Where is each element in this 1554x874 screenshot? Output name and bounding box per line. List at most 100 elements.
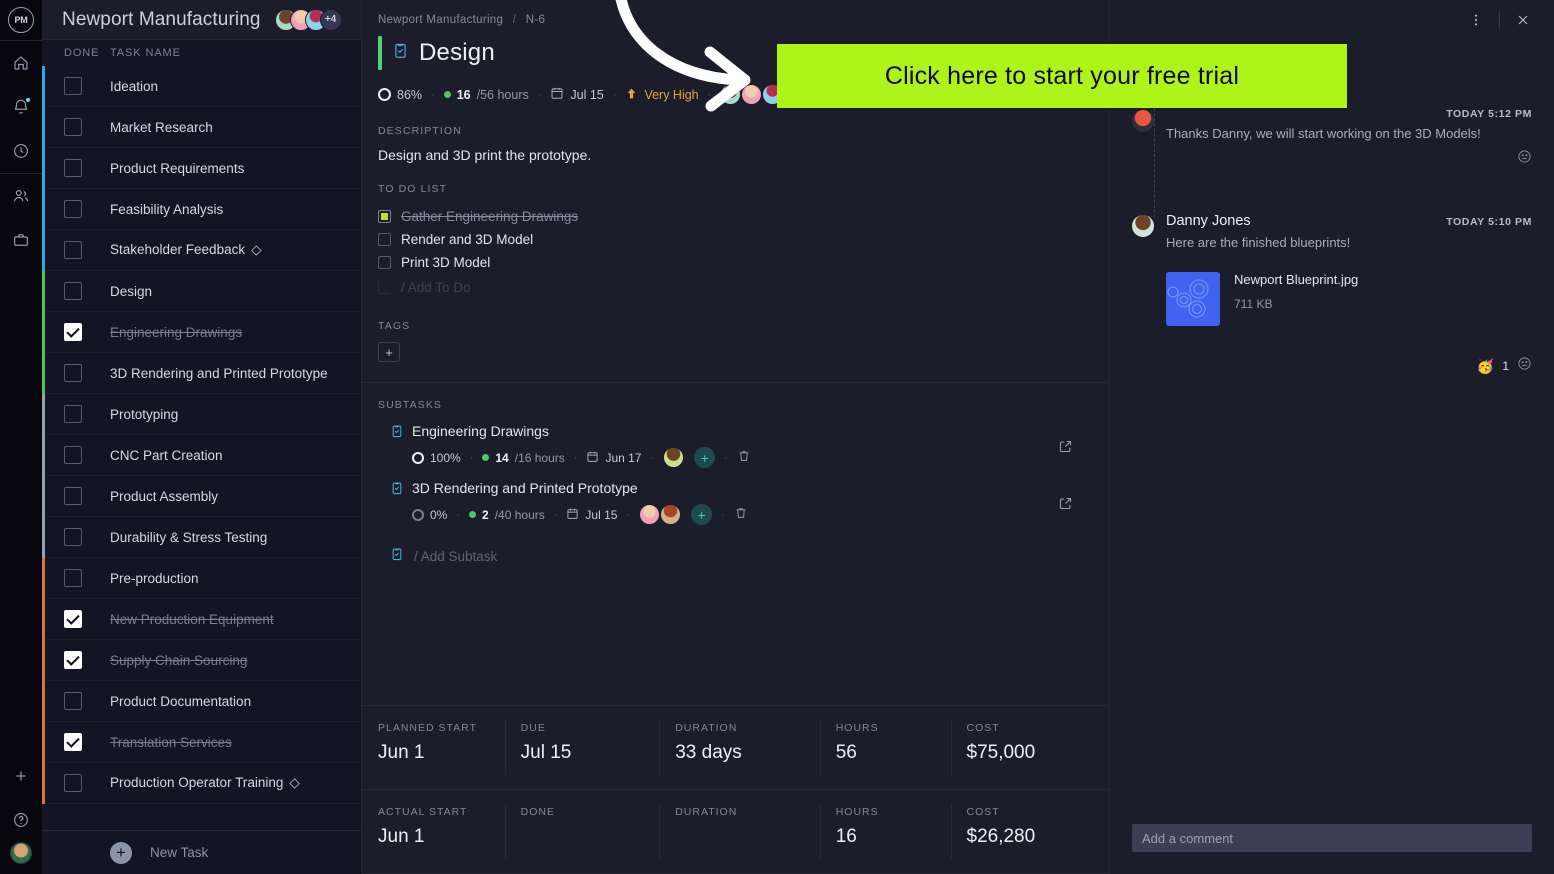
- add-reaction-icon[interactable]: [1517, 356, 1532, 376]
- row-done-checkbox[interactable]: [64, 487, 82, 505]
- stat-cell[interactable]: ACTUAL START Jun 1: [362, 790, 505, 873]
- row-done-checkbox[interactable]: [64, 774, 82, 792]
- table-row[interactable]: Supply Chain Sourcing: [42, 640, 361, 681]
- table-row[interactable]: Feasibility Analysis: [42, 189, 361, 230]
- row-done-checkbox[interactable]: [64, 323, 82, 341]
- table-row[interactable]: CNC Part Creation: [42, 435, 361, 476]
- row-done-checkbox[interactable]: [64, 159, 82, 177]
- add-assignee-button[interactable]: +: [694, 447, 716, 468]
- table-row[interactable]: Product Assembly: [42, 476, 361, 517]
- row-done-checkbox[interactable]: [64, 405, 82, 423]
- breadcrumb[interactable]: Newport Manufacturing / N-6: [362, 0, 1109, 26]
- row-done-checkbox[interactable]: [64, 733, 82, 751]
- close-icon[interactable]: [1506, 3, 1540, 37]
- subtask-item[interactable]: 3D Rendering and Printed Prototype 0% · 2/4…: [378, 480, 1109, 525]
- subtask-progress[interactable]: 0%: [412, 508, 447, 522]
- user-avatar[interactable]: [10, 842, 32, 864]
- table-row[interactable]: Prototyping: [42, 394, 361, 435]
- add-reaction-icon[interactable]: [1517, 149, 1532, 169]
- briefcase-icon[interactable]: [0, 218, 42, 262]
- people-icon[interactable]: [0, 174, 42, 218]
- due-date-indicator[interactable]: Jul 15: [550, 86, 604, 103]
- stat-cell[interactable]: DONE: [504, 790, 660, 873]
- breadcrumb-task-id[interactable]: N-6: [526, 14, 545, 26]
- reaction-emoji[interactable]: 🥳: [1477, 358, 1494, 375]
- home-icon[interactable]: [0, 41, 42, 85]
- delete-subtask-icon[interactable]: [737, 449, 751, 466]
- row-done-checkbox[interactable]: [64, 651, 82, 669]
- table-row[interactable]: Translation Services: [42, 722, 361, 763]
- open-subtask-icon[interactable]: [1058, 496, 1073, 516]
- priority-indicator[interactable]: Very High: [625, 87, 699, 103]
- table-row[interactable]: Stakeholder Feedback ◇: [42, 230, 361, 271]
- help-icon[interactable]: [0, 798, 42, 842]
- row-done-checkbox[interactable]: [64, 528, 82, 546]
- more-options-icon[interactable]: [1459, 3, 1493, 37]
- row-done-checkbox[interactable]: [64, 241, 82, 259]
- subtask-name[interactable]: Engineering Drawings: [412, 423, 549, 439]
- row-done-checkbox[interactable]: [64, 118, 82, 136]
- todo-checkbox[interactable]: [378, 210, 391, 223]
- todo-checkbox[interactable]: [378, 233, 391, 246]
- row-done-checkbox[interactable]: [64, 446, 82, 464]
- row-done-checkbox[interactable]: [64, 77, 82, 95]
- bell-icon[interactable]: [0, 85, 42, 129]
- subtask-assignees[interactable]: +: [639, 504, 713, 525]
- delete-subtask-icon[interactable]: [734, 506, 748, 523]
- comment-attachment[interactable]: Newport Blueprint.jpg 711 KB: [1166, 272, 1532, 326]
- stat-cell[interactable]: PLANNED START Jun 1: [362, 706, 505, 789]
- table-row[interactable]: Design: [42, 271, 361, 312]
- add-tag-button[interactable]: +: [378, 342, 400, 362]
- table-row[interactable]: Engineering Drawings: [42, 312, 361, 353]
- row-done-checkbox[interactable]: [64, 569, 82, 587]
- stat-cell[interactable]: DURATION: [659, 790, 819, 873]
- row-done-checkbox[interactable]: [64, 692, 82, 710]
- hours-indicator[interactable]: 16/56 hours: [443, 88, 529, 102]
- table-row[interactable]: Durability & Stress Testing: [42, 517, 361, 558]
- subtask-date[interactable]: Jun 17: [586, 450, 641, 466]
- table-row[interactable]: Pre-production: [42, 558, 361, 599]
- add-todo-row[interactable]: / Add To Do: [378, 274, 1109, 300]
- subtask-progress[interactable]: 100%: [412, 451, 461, 465]
- progress-indicator[interactable]: 86%: [378, 88, 422, 102]
- table-row[interactable]: Product Requirements: [42, 148, 361, 189]
- clock-icon[interactable]: [0, 129, 42, 173]
- row-done-checkbox[interactable]: [64, 364, 82, 382]
- table-row[interactable]: 3D Rendering and Printed Prototype: [42, 353, 361, 394]
- subtask-item[interactable]: Engineering Drawings 100% · 14/16 hours · Jun…: [378, 423, 1109, 468]
- subtask-date[interactable]: Jul 15: [566, 507, 617, 523]
- plus-icon[interactable]: [0, 754, 42, 798]
- row-done-checkbox[interactable]: [64, 200, 82, 218]
- subtask-assignees[interactable]: +: [663, 447, 716, 468]
- row-done-checkbox[interactable]: [64, 282, 82, 300]
- table-row[interactable]: New Production Equipment: [42, 599, 361, 640]
- stat-cell[interactable]: COST $26,280: [950, 790, 1110, 873]
- free-trial-banner[interactable]: Click here to start your free trial: [777, 44, 1347, 108]
- comment-input[interactable]: [1132, 824, 1532, 852]
- task-title[interactable]: Design: [419, 39, 495, 67]
- stat-cell[interactable]: HOURS 56: [819, 706, 951, 789]
- todo-item[interactable]: Gather Engineering Drawings: [378, 205, 1109, 228]
- new-task-button[interactable]: + New Task: [42, 830, 361, 874]
- table-row[interactable]: Product Documentation: [42, 681, 361, 722]
- add-assignee-button[interactable]: +: [691, 504, 713, 525]
- description-text[interactable]: Design and 3D print the prototype.: [378, 147, 1109, 163]
- stat-cell[interactable]: DURATION 33 days: [659, 706, 819, 789]
- todo-item[interactable]: Render and 3D Model: [378, 228, 1109, 251]
- table-row[interactable]: Production Operator Training ◇: [42, 763, 361, 804]
- table-row[interactable]: Ideation: [42, 66, 361, 107]
- add-subtask-row[interactable]: / Add Subtask: [378, 525, 1109, 566]
- row-done-checkbox[interactable]: [64, 610, 82, 628]
- attachment-name[interactable]: Newport Blueprint.jpg: [1234, 272, 1358, 287]
- todo-checkbox[interactable]: [378, 256, 391, 269]
- app-logo[interactable]: PM: [0, 0, 42, 40]
- todo-item[interactable]: Print 3D Model: [378, 251, 1109, 274]
- stat-cell[interactable]: DUE Jul 15: [504, 706, 660, 789]
- subtask-hours[interactable]: 2/40 hours: [469, 508, 545, 522]
- open-subtask-icon[interactable]: [1058, 439, 1073, 459]
- stat-cell[interactable]: COST $75,000: [950, 706, 1110, 789]
- subtask-name[interactable]: 3D Rendering and Printed Prototype: [412, 480, 638, 496]
- project-member-avatars[interactable]: +4: [274, 8, 342, 31]
- stat-cell[interactable]: HOURS 16: [819, 790, 951, 873]
- breadcrumb-project[interactable]: Newport Manufacturing: [378, 14, 503, 26]
